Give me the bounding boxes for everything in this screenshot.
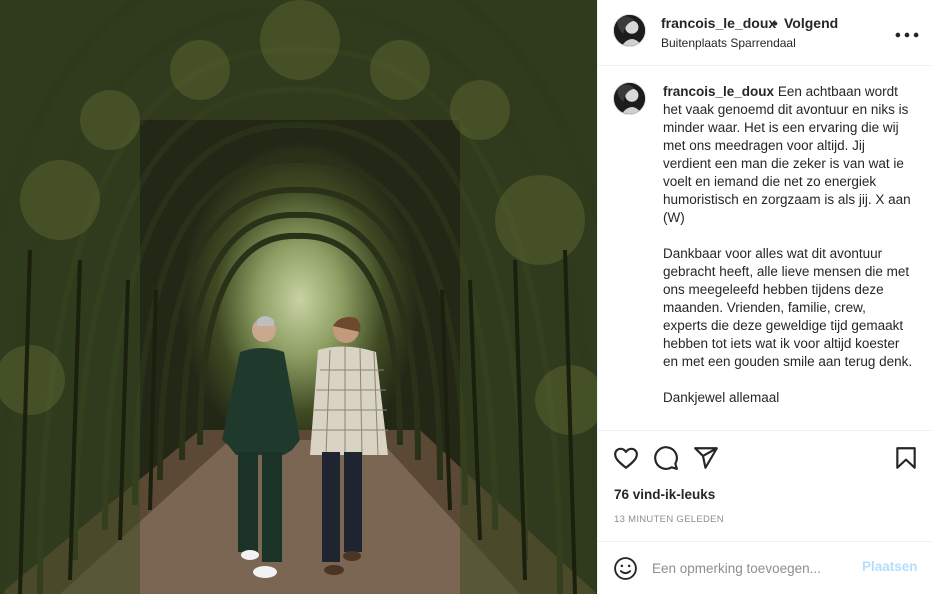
username-link[interactable]: francois_le_doux [661,15,776,31]
caption-paragraph-2: Dankbaar voor alles wat dit avontuur geb… [663,246,913,369]
post-photo-image [0,0,597,594]
more-options-icon[interactable] [894,22,920,48]
caption-username[interactable]: francois_le_doux [663,84,774,99]
bookmark-icon[interactable] [893,445,919,471]
post-comment-button[interactable]: Plaatsen [862,559,918,574]
caption-section: francois_le_doux Een achtbaan wordt het … [598,67,931,430]
send-icon[interactable] [693,445,719,471]
avatar[interactable] [613,14,646,47]
caption-text: francois_le_doux Een achtbaan wordt het … [663,83,913,425]
likes-count[interactable]: 76 vind-ik-leuks [614,487,715,502]
caption-paragraph-3: Dankjewel allemaal [663,390,780,405]
post-timestamp[interactable]: 13 MINUTEN GELEDEN [614,514,724,525]
avatar-image [614,83,645,114]
more-options-glyph [895,32,919,38]
post-photo[interactable] [0,0,597,594]
avatar-image [614,15,645,46]
add-comment-bar: Plaatsen [598,541,931,594]
post-header: francois_le_doux • Volgend Buitenplaats … [598,0,931,66]
comment-icon[interactable] [653,445,679,471]
caption-paragraph: francois_le_doux Een achtbaan wordt het … [663,83,913,227]
heart-glyph [614,447,638,469]
post-actions: 76 vind-ik-leuks 13 MINUTEN GELEDEN [598,430,931,541]
caption-avatar[interactable] [613,82,646,115]
location-link[interactable]: Buitenplaats Sparrendaal [661,36,796,50]
send-glyph [694,447,718,469]
emoji-icon[interactable] [613,556,638,581]
comment-input[interactable] [652,557,852,579]
bookmark-glyph [896,447,916,469]
comment-glyph [654,446,678,470]
emoji-glyph [614,557,637,580]
post-details-panel: francois_le_doux • Volgend Buitenplaats … [597,0,931,594]
caption-paragraph-1: Een achtbaan wordt het vaak genoemd dit … [663,84,911,225]
follow-status-button[interactable]: Volgend [784,15,838,31]
separator-dot: • [773,15,778,31]
heart-icon[interactable] [613,445,639,471]
